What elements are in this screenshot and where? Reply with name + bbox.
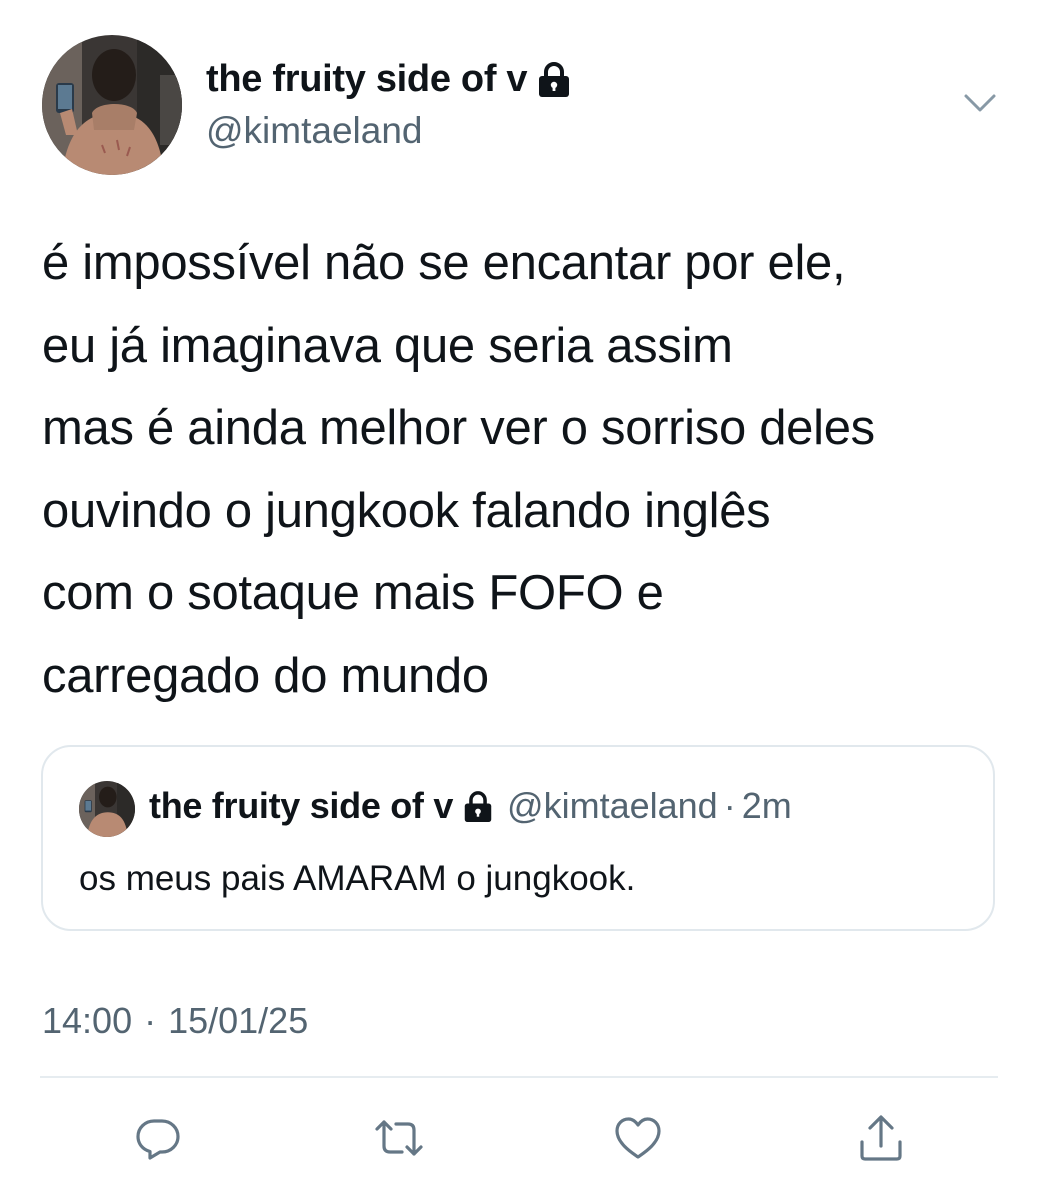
chevron-down-icon[interactable] [960,88,1000,118]
quoted-display-name: the fruity side of v [149,785,454,826]
retweet-button[interactable] [369,1108,429,1168]
reply-button[interactable] [128,1108,188,1168]
tweet-text: é impossível não se encantar por ele, eu… [42,222,1012,717]
timestamp-separator: · [144,1000,157,1041]
quoted-time: 2m [741,785,792,826]
divider [40,1076,998,1078]
tweet-detail: the fruity side of v @kimtaeland é impos… [0,0,1040,1200]
heart-icon [615,1117,661,1159]
tweet-line: com o sotaque mais FOFO e [42,566,664,620]
reply-icon [136,1119,180,1160]
share-button[interactable] [851,1108,911,1168]
quoted-handle: @kimtaeland [507,785,718,826]
like-button[interactable] [608,1108,668,1168]
author-name-row[interactable]: the fruity side of v [206,58,571,101]
tweet-time: 14:00 [42,1000,133,1041]
display-name[interactable]: the fruity side of v [206,58,528,101]
tweet-line: eu já imaginava que seria assim [42,318,733,373]
quoted-text: os meus pais AMARAM o jungkook. [79,859,636,898]
quoted-separator: · [723,785,736,826]
tweet-line: ouvindo o jungkook falando inglês [42,483,771,538]
author-handle[interactable]: @kimtaeland [206,110,423,152]
lock-icon [537,61,571,98]
avatar[interactable] [42,35,182,175]
retweet-icon [375,1120,423,1156]
tweet-line: mas é ainda melhor ver o sorriso deles [42,401,875,455]
timestamp[interactable]: 14:00 · 15/01/25 [42,1000,308,1042]
quoted-tweet-card[interactable]: the fruity side of v @kimtaeland · 2m os… [41,745,995,931]
tweet-line: carregado do mundo [42,648,489,703]
quoted-avatar[interactable] [79,781,135,837]
tweet-line: é impossível não se encantar por ele, [42,236,846,290]
tweet-date: 15/01/25 [168,1000,309,1041]
lock-icon [463,790,493,822]
quoted-header: the fruity side of v @kimtaeland · 2m [149,785,792,827]
share-icon [860,1115,902,1161]
